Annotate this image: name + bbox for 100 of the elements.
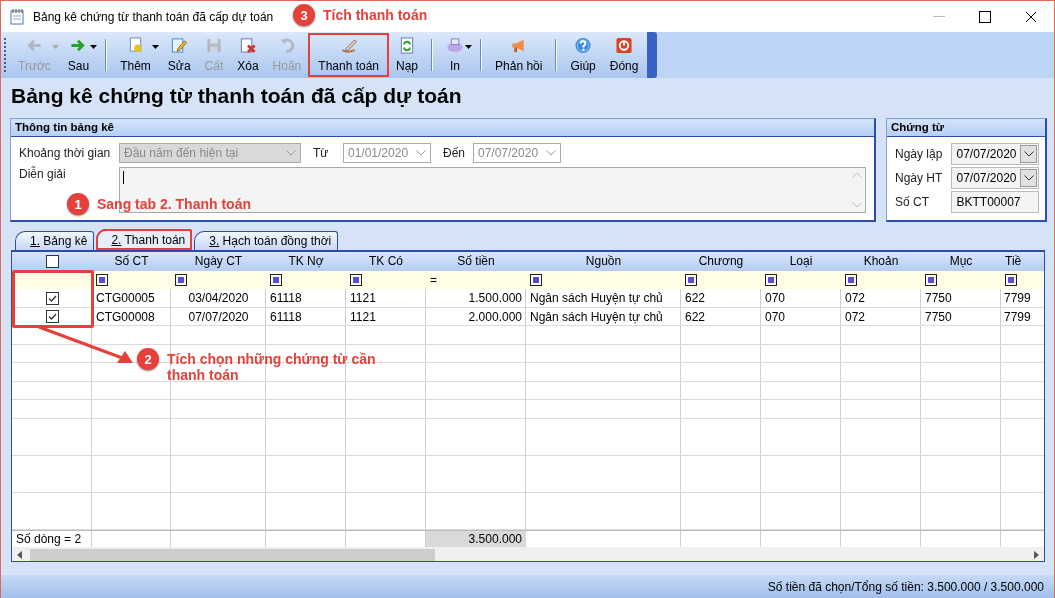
table-cell: 1121 [350,291,376,306]
table-cell: 622 [685,291,706,306]
page-heading: Bảng kê chứng từ thanh toán đã cấp dự toán [10,83,463,109]
voucher-number-field[interactable]: BKTT00007 [951,191,1039,213]
tab[interactable]: 1. Bảng kê [15,231,95,250]
left-arrow-icon [25,37,44,54]
date-picker[interactable]: 07/07/2020 [951,167,1039,189]
column-header[interactable]: Loại [789,254,813,269]
table-cell: 1.500.000 [468,291,522,306]
column-header[interactable]: Số CT [114,254,149,269]
table-cell: Ngân sách Huyện tự chủ [530,291,663,306]
notepad-icon [9,8,25,25]
field-label: Ngày lập [895,147,944,161]
table-cell: 070 [765,291,786,306]
filter-icon[interactable] [530,273,542,286]
date-picker[interactable]: 07/07/2020 [951,143,1039,165]
tab[interactable]: 3. Hạch toán đồng thời [194,231,339,250]
row-count: Số dòng = 2 [15,530,83,547]
toolbar-button[interactable]: Phản hồi [488,33,550,77]
pencil-document-icon [170,37,189,54]
chevron-down-icon [546,150,556,156]
toolbar-button[interactable]: In [439,33,472,77]
chevron-down-icon [1023,175,1034,181]
dropdown-button[interactable] [1020,145,1037,163]
power-icon [615,37,634,54]
horizontal-scrollbar[interactable] [12,546,1044,561]
table-cell: 2.000.000 [468,309,522,324]
field-label: Đến [443,146,465,160]
filter-icon[interactable] [1005,273,1017,286]
toolbar-button[interactable]: Xóa [230,33,266,77]
column-header[interactable]: TK Nợ [288,254,324,269]
checkbox[interactable] [45,310,59,324]
scroll-down-icon [852,202,862,208]
filter-icon[interactable] [925,273,937,286]
delete-document-icon [238,37,257,54]
column-header[interactable]: Ngày CT [194,254,243,269]
refresh-document-icon [398,37,416,54]
table-cell: 7799 [1004,309,1031,324]
close-icon[interactable] [1025,10,1037,23]
column-header[interactable]: Mục [949,254,973,269]
window-title: Bảng kê chứng từ thanh toán đã cấp dự toán [33,9,274,24]
field-label: Số CT [895,195,930,209]
filter-icon[interactable] [96,273,108,286]
column-header[interactable]: TK Có [369,254,403,269]
toolbar-button[interactable]: Sau [60,33,97,77]
column-header[interactable]: Nguồn [585,254,622,269]
toolbar-button[interactable]: Sửa [160,33,198,77]
scroll-right-icon[interactable] [1032,551,1040,559]
filter-operator[interactable]: = [430,272,437,287]
dropdown-caret-icon[interactable] [465,45,473,49]
panel-title: Thông tin bảng kê [11,119,874,137]
scroll-up-icon [852,172,862,178]
filter-icon[interactable] [685,273,697,286]
table-cell: 072 [845,309,866,324]
checkbox[interactable] [45,291,59,305]
column-header[interactable]: Chương [698,254,744,269]
table-cell: 61118 [270,291,302,306]
annotation-text: Tích thanh toán [323,6,428,23]
maximize-icon[interactable] [979,10,991,23]
chevron-down-icon [1023,151,1034,157]
checkbox[interactable] [45,254,59,268]
table-cell: CTG00008 [96,309,155,324]
table-cell: 070 [765,309,786,324]
toolbar-button[interactable]: Giúp [563,33,603,77]
tab[interactable]: 2. Thanh toán [96,229,193,250]
chevron-down-icon [416,150,426,156]
scroll-left-icon[interactable] [16,551,24,559]
table-cell: 622 [685,309,706,324]
table-cell: 7750 [925,309,952,324]
toolbar-button[interactable]: Nạp [389,33,426,77]
column-header[interactable]: Tiề [1005,254,1022,269]
filter-icon[interactable] [175,273,187,286]
table-cell: Ngân sách Huyện tự chủ [530,309,663,324]
toolbar-button[interactable]: Thanh toán [308,33,389,77]
dropdown-button[interactable] [1020,169,1037,187]
field-label: Khoảng thời gian [19,146,111,160]
printer-icon [446,37,465,54]
toolbar-button[interactable]: Đóng [602,33,646,77]
right-arrow-icon [69,37,88,54]
filter-icon[interactable] [765,273,777,286]
column-header[interactable]: Số tiền [457,254,495,269]
table-cell: 03/04/2020 [188,291,249,306]
table-cell: 7750 [925,291,952,306]
column-header[interactable]: Khoản [863,254,899,269]
table-cell: 1121 [350,309,376,324]
field-label: Từ [313,146,330,160]
filter-icon[interactable] [270,273,282,286]
field-label: Diễn giải [19,167,67,181]
filter-icon[interactable] [845,273,857,286]
chevron-down-icon [286,150,296,156]
toolbar-button[interactable]: Thêm [113,33,158,77]
table-cell: 61118 [270,309,302,324]
total-amount: 3.500.000 [426,530,526,547]
dropdown-caret-icon[interactable] [151,45,159,49]
dropdown-caret-icon[interactable] [90,45,98,49]
table-cell: 07/07/2020 [188,309,249,324]
filter-icon[interactable] [350,273,362,286]
table-cell: 072 [845,291,866,306]
field-label: Ngày HT [895,171,944,185]
annotation-text: Sang tab 2. Thanh toán [97,195,251,212]
